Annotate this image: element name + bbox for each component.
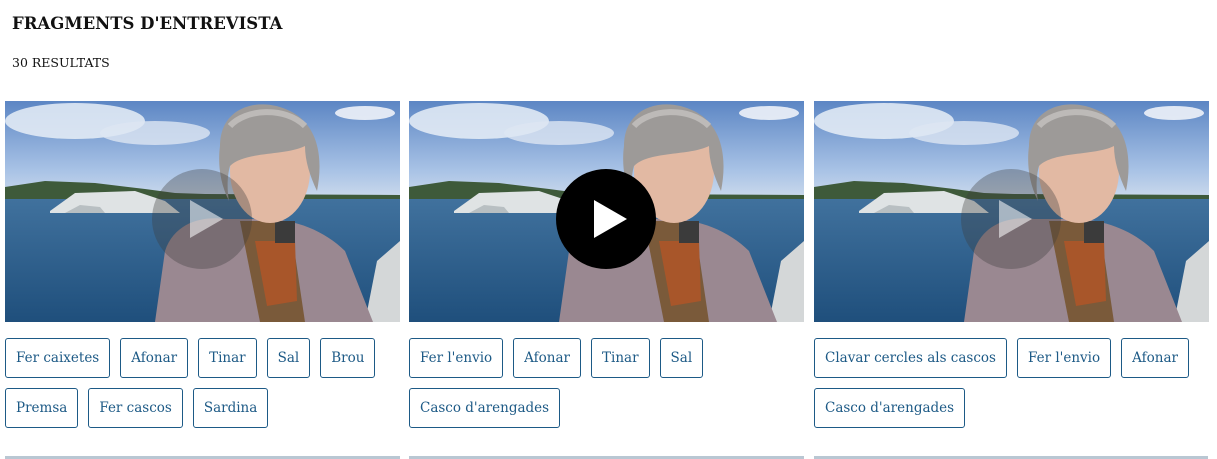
keyword-tag[interactable]: Fer caixetes [5, 338, 111, 378]
keyword-tag[interactable]: Casco d'arengades [409, 388, 561, 428]
keyword-tag[interactable]: Casco d'arengades [814, 388, 966, 428]
video-thumbnail[interactable] [409, 101, 804, 322]
page-header: FRAGMENTS D'ENTREVISTA [12, 13, 282, 35]
keyword-tag[interactable]: Fer l'envio [1016, 338, 1112, 378]
keyword-tag[interactable]: Afonar [120, 338, 189, 378]
keyword-tags: Fer caixetes Afonar Tinar Sal Brou Premsa Fer … [5, 338, 400, 428]
page-title: FRAGMENTS D'ENTREVISTA [12, 14, 283, 33]
video-card: Clavar cercles als cascos Fer l'envio Afon… [814, 101, 1209, 428]
keyword-tag[interactable]: Afonar [1121, 338, 1189, 378]
video-card: Fer l'envio Afonar Tinar Sal Casco d'arengad… [409, 101, 804, 428]
keyword-tag[interactable]: Afonar [513, 338, 581, 378]
keyword-tag[interactable]: Tinar [591, 338, 650, 378]
video-card: Fer caixetes Afonar Tinar Sal Brou Premsa Fer … [5, 101, 400, 428]
play-button[interactable] [556, 169, 656, 269]
keyword-tag[interactable]: Brou [320, 338, 376, 378]
keyword-tag[interactable]: Tinar [198, 338, 257, 378]
keyword-tags: Clavar cercles als cascos Fer l'envio Afon… [814, 338, 1209, 428]
play-button[interactable] [152, 169, 252, 269]
play-icon [593, 200, 627, 238]
keyword-tags: Fer l'envio Afonar Tinar Sal Casco d'arengad… [409, 338, 804, 428]
keyword-tag[interactable]: Sal [659, 338, 704, 378]
keyword-tag[interactable]: Premsa [5, 388, 79, 428]
keyword-tag[interactable]: Sardina [192, 388, 269, 428]
results-count: 30 RESULTATS [12, 55, 110, 70]
play-button[interactable] [961, 169, 1061, 269]
play-icon [189, 200, 223, 238]
video-thumbnail[interactable] [814, 101, 1209, 322]
video-thumbnail[interactable] [5, 101, 400, 322]
keyword-tag[interactable]: Fer cascos [88, 388, 183, 428]
keyword-tag[interactable]: Clavar cercles als cascos [814, 338, 1007, 378]
keyword-tag[interactable]: Sal [266, 338, 311, 378]
keyword-tag[interactable]: Fer l'envio [409, 338, 504, 378]
play-icon [998, 200, 1032, 238]
